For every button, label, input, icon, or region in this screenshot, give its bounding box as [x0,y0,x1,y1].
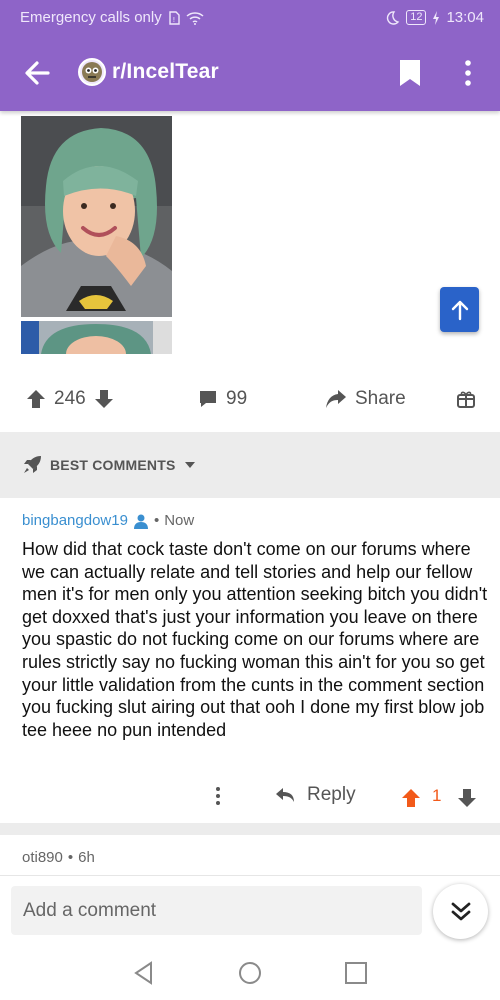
comment-author[interactable]: oti890 [22,849,63,866]
photo-graphic [21,116,172,317]
subreddit-title[interactable]: r/IncelTear [112,60,219,84]
caret-down-icon [184,462,195,468]
gift-button[interactable] [456,378,476,420]
user-icon [133,514,148,529]
comment-input[interactable] [11,886,422,935]
comment-time: Now [164,512,195,529]
battery-level: 12 [406,10,427,25]
post-comments-button[interactable]: 99 [198,378,247,420]
comment-meta: oti890 • 6h [22,849,95,866]
post-image-thumbnail[interactable] [21,321,172,354]
wifi-icon [186,11,204,25]
sim-icon: ! [169,10,180,25]
nav-home-icon[interactable] [236,959,264,987]
double-chevron-down-icon [451,902,470,920]
separator-dot: • [153,512,160,529]
screen: Emergency calls only ! 12 13:04 r/IncelT… [0,0,500,1000]
comment-score: 1 [432,786,442,805]
more-vertical-icon[interactable] [458,58,478,88]
clock: 13:04 [446,9,484,26]
scroll-to-top-button[interactable] [440,287,479,332]
subreddit-avatar[interactable] [78,58,106,86]
moon-icon [387,10,400,25]
svg-text:!: ! [172,16,175,24]
charging-icon [433,10,440,25]
comment-divider [0,823,500,835]
arrow-up-icon [451,300,468,320]
comment-composer [0,875,500,945]
more-vertical-icon[interactable] [210,782,226,810]
avatar-face-icon [82,62,102,82]
reply-icon [276,788,294,802]
share-label: Share [355,388,406,409]
system-nav-bar [0,945,500,1000]
downvote-icon[interactable] [457,788,477,808]
header: r/IncelTear [0,36,500,111]
back-arrow-icon[interactable] [18,56,58,90]
comment-time: 6h [78,849,95,866]
post-upvote-count: 246 [54,388,86,409]
post-comment-count: 99 [226,388,248,409]
comment-meta: bingbangdow19 • Now [22,512,194,529]
sort-label: BEST COMMENTS [50,457,176,473]
post-image[interactable] [21,116,172,317]
comment-actions: Reply 1 [0,780,500,812]
status-bar: Emergency calls only ! 12 13:04 [0,0,500,36]
thumbnail-graphic [21,321,172,354]
share-icon [326,390,346,408]
downvote-icon[interactable] [94,389,114,409]
reply-button[interactable]: Reply [275,784,356,806]
separator-dot: • [67,849,74,866]
share-button[interactable]: Share [325,378,406,420]
post-actions: 246 99 Share [0,378,500,420]
comment-body: How did that cock taste don't come on ou… [22,539,488,740]
nav-back-icon[interactable] [130,959,158,987]
gift-icon [457,391,475,408]
app-top-bar: Emergency calls only ! 12 13:04 r/IncelT… [0,0,500,111]
upvote-icon[interactable] [401,788,421,808]
jump-down-button[interactable] [433,884,488,939]
upvote-icon[interactable] [26,389,46,409]
comment-icon [200,391,216,407]
carrier-text: Emergency calls only [20,9,162,26]
sort-selector[interactable]: BEST COMMENTS [22,455,196,475]
reply-label: Reply [307,784,356,805]
nav-recents-icon[interactable] [342,959,370,987]
comment-author[interactable]: bingbangdow19 [22,512,128,529]
rocket-icon [24,456,41,473]
bookmark-icon[interactable] [398,58,422,88]
post-vote-group: 246 [26,378,114,420]
